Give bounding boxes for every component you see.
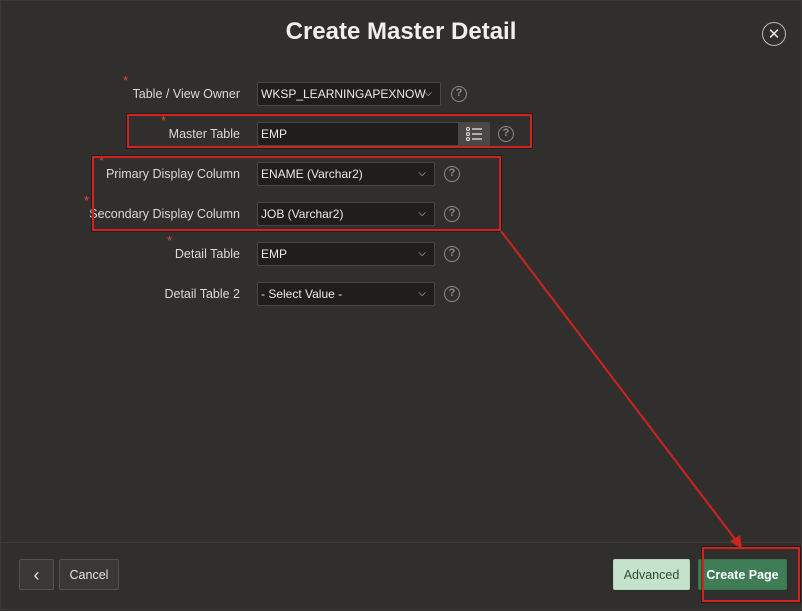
create-master-detail-dialog: Create Master Detail ✕ * Table / View Ow… — [0, 0, 802, 610]
detail-table-value: EMP — [261, 247, 288, 261]
secondary-display-label: Secondary Display Column — [89, 207, 240, 221]
help-icon[interactable]: ? — [444, 286, 460, 302]
help-icon[interactable]: ? — [498, 126, 514, 142]
detail-table2-row: Detail Table 2 - Select Value - ⌵ ? — [1, 282, 802, 306]
secondary-display-value: JOB (Varchar2) — [261, 207, 344, 221]
list-of-values-button[interactable] — [459, 122, 490, 146]
owner-label: Table / View Owner — [132, 87, 240, 101]
secondary-display-select[interactable]: JOB (Varchar2) ⌵ — [257, 202, 435, 226]
required-marker: * — [123, 73, 129, 88]
owner-value: WKSP_LEARNINGAPEXNOW — [261, 87, 426, 101]
footer-divider — [1, 542, 801, 543]
required-marker: * — [99, 153, 105, 168]
chevron-down-icon: ⌵ — [424, 88, 432, 99]
detail-table2-select[interactable]: - Select Value - ⌵ — [257, 282, 435, 306]
detail-table-select[interactable]: EMP ⌵ — [257, 242, 435, 266]
chevron-down-icon: ⌵ — [418, 248, 426, 259]
create-page-button[interactable]: Create Page — [698, 559, 787, 590]
owner-row: * Table / View Owner WKSP_LEARNINGAPEXNO… — [1, 74, 802, 106]
owner-select[interactable]: WKSP_LEARNINGAPEXNOW ⌵ — [257, 82, 441, 106]
back-button[interactable]: ‹ — [19, 559, 54, 590]
required-marker: * — [161, 113, 167, 128]
required-marker: * — [167, 233, 173, 248]
chevron-down-icon: ⌵ — [418, 168, 426, 179]
detail-table2-label: Detail Table 2 — [164, 287, 240, 301]
detail-table2-value: - Select Value - — [261, 287, 343, 301]
close-button[interactable]: ✕ — [762, 22, 786, 46]
detail-table-row: * Detail Table EMP ⌵ ? — [1, 234, 802, 266]
advanced-button[interactable]: Advanced — [613, 559, 690, 590]
master-table-label: Master Table — [168, 127, 240, 141]
help-icon[interactable]: ? — [444, 166, 460, 182]
chevron-down-icon: ⌵ — [418, 208, 426, 219]
primary-display-select[interactable]: ENAME (Varchar2) ⌵ — [257, 162, 435, 186]
close-icon: ✕ — [767, 25, 781, 43]
cancel-button[interactable]: Cancel — [59, 559, 119, 590]
secondary-display-row: * Secondary Display Column JOB (Varchar2… — [1, 194, 802, 226]
help-icon[interactable]: ? — [444, 206, 460, 222]
master-table-input[interactable]: EMP — [257, 122, 459, 146]
chevron-left-icon: ‹ — [33, 564, 40, 585]
primary-display-row: * Primary Display Column ENAME (Varchar2… — [1, 154, 802, 186]
primary-display-label: Primary Display Column — [105, 167, 240, 181]
master-table-value: EMP — [261, 127, 288, 141]
dialog-title: Create Master Detail — [285, 18, 517, 45]
list-icon — [466, 127, 482, 141]
chevron-down-icon: ⌵ — [418, 288, 426, 299]
master-table-row: * Master Table EMP ? — [1, 114, 802, 146]
help-icon[interactable]: ? — [444, 246, 460, 262]
help-icon[interactable]: ? — [451, 86, 467, 102]
primary-display-value: ENAME (Varchar2) — [261, 167, 363, 181]
detail-table-label: Detail Table — [174, 247, 240, 261]
